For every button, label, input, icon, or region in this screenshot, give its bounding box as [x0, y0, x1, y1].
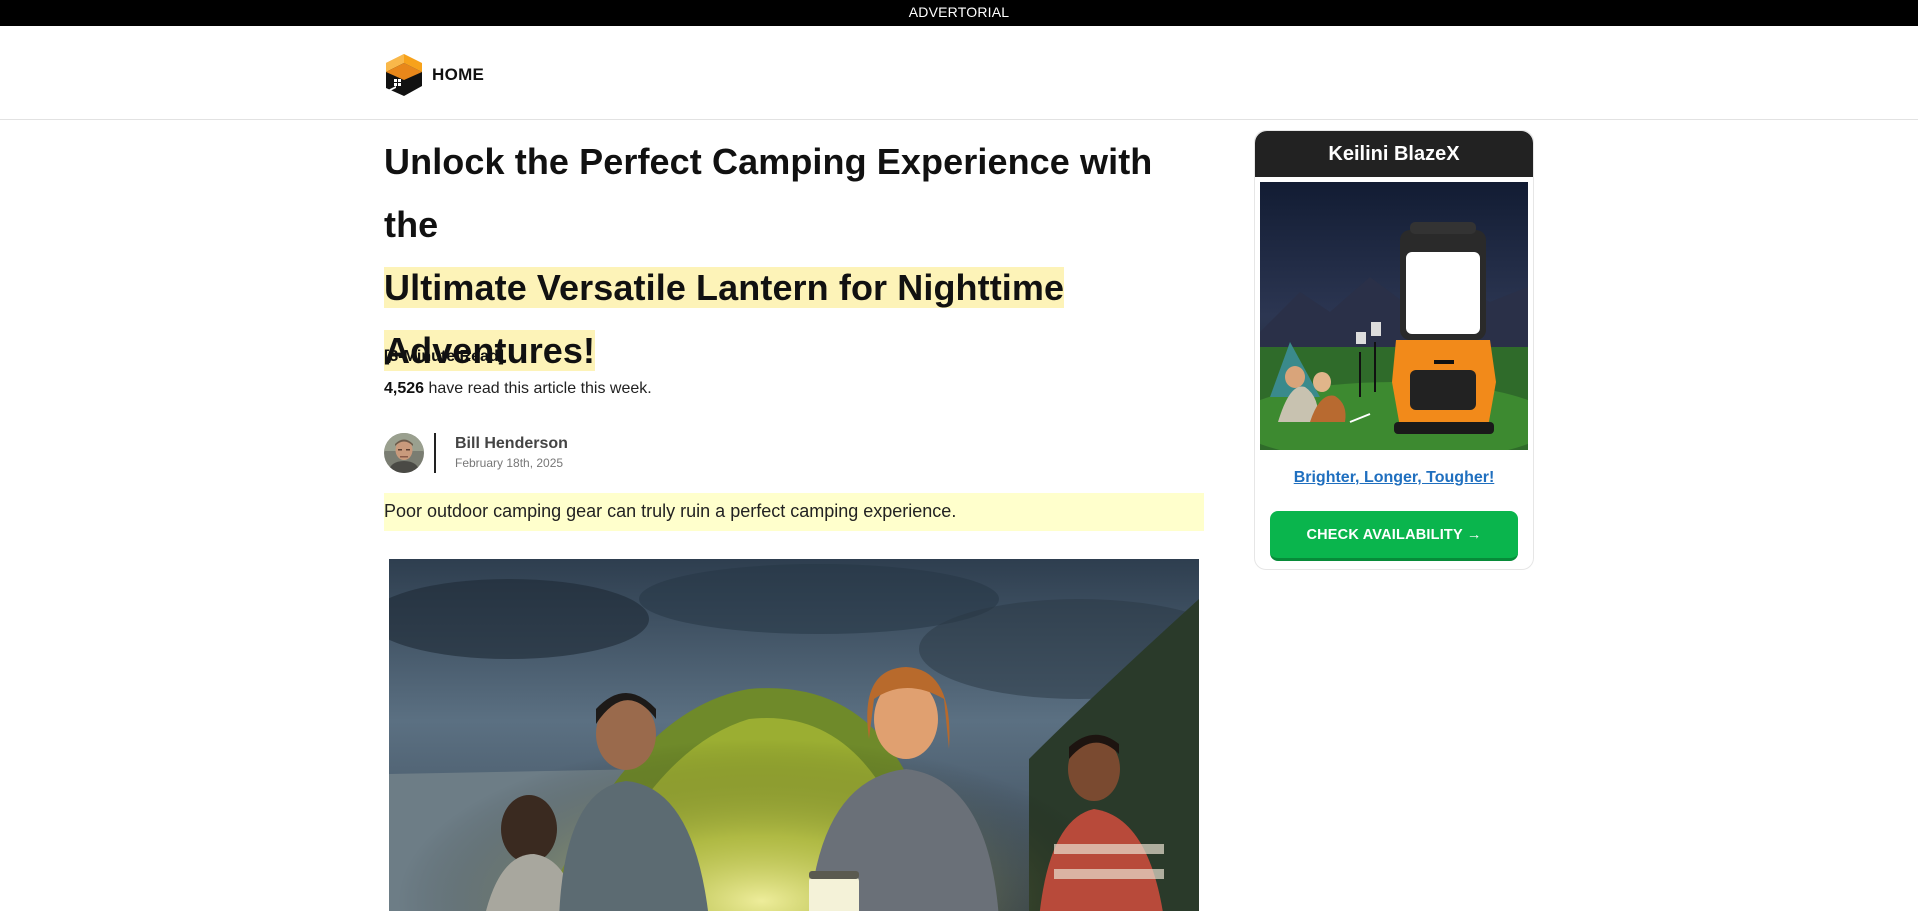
author-name: Bill Henderson — [455, 435, 568, 452]
headline-plain: Unlock the Perfect Camping Experience wi… — [384, 141, 1153, 245]
home-logo-link[interactable]: HOME — [384, 52, 484, 98]
check-availability-button[interactable]: CHECK AVAILABILITY → — [1270, 511, 1518, 561]
read-count: 4,526 have read this article this week. — [384, 380, 652, 398]
read-count-text: have read this article this week. — [424, 380, 652, 397]
lead-paragraph: Poor outdoor camping gear can truly ruin… — [384, 493, 1204, 531]
logo-text: HOME — [432, 65, 485, 84]
author-info: Bill Henderson February 18th, 2025 — [455, 434, 568, 472]
house-cube-icon — [386, 54, 422, 96]
avatar — [384, 433, 424, 473]
read-count-number: 4,526 — [384, 380, 425, 397]
author-byline: Bill Henderson February 18th, 2025 — [384, 432, 568, 474]
headline-highlight-line-1: Ultimate Versatile Lantern for Nighttime — [384, 267, 1065, 308]
product-sidebar: Keilini BlazeX Brighter, Longer, Tougher… — [1254, 130, 1534, 570]
site-header: HOME — [0, 26, 1918, 120]
hero-image-family-camping — [389, 559, 1199, 911]
product-image-lantern[interactable] — [1260, 182, 1528, 450]
article-headline: Unlock the Perfect Camping Experience wi… — [384, 130, 1204, 382]
read-time: [3-Minute Read] — [384, 348, 504, 365]
author-date: February 18th, 2025 — [455, 456, 564, 470]
author-divider — [434, 433, 436, 473]
article: Unlock the Perfect Camping Experience wi… — [384, 130, 1204, 911]
advertorial-banner: ADVERTORIAL — [0, 0, 1918, 26]
product-title: Keilini BlazeX — [1255, 131, 1533, 177]
product-tagline-link[interactable]: Brighter, Longer, Tougher! — [1255, 469, 1533, 487]
